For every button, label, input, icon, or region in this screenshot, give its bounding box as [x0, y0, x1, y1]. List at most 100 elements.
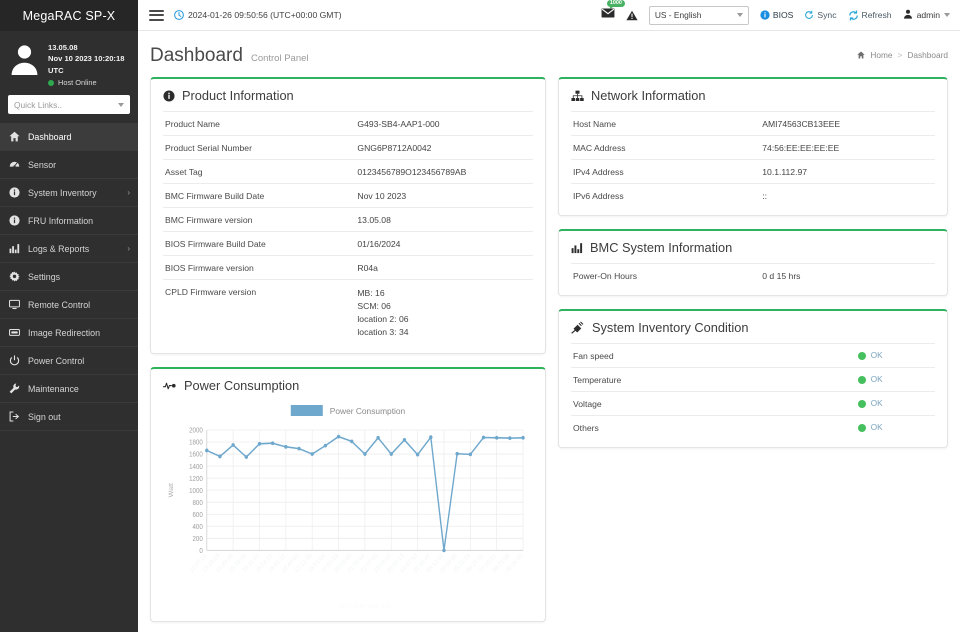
table-row: Temperature OK	[571, 368, 935, 392]
row-value: 10.1.112.97	[760, 160, 935, 184]
sidebar-item-label: FRU Information	[28, 216, 130, 226]
data-point	[469, 453, 472, 457]
sitemap-icon	[571, 90, 584, 102]
y-axis-tick-label: 2000	[189, 428, 203, 435]
sidebar-item-sensor[interactable]: Sensor	[0, 151, 138, 179]
app-root: MegaRAC SP-X 13.05.08 Nov 10 2023 10:20:…	[0, 0, 960, 632]
user-avatar-icon	[8, 42, 41, 75]
info-icon	[8, 215, 20, 226]
refresh-label: Refresh	[862, 10, 892, 20]
sidebar-item-label: Logs & Reports	[28, 244, 119, 254]
sync-label: Sync	[817, 10, 836, 20]
row-key: Host Name	[571, 112, 760, 136]
table-row: Power-On Hours0 d 15 hrs	[571, 264, 935, 288]
table-row: BIOS Firmware versionR04a	[163, 256, 533, 280]
breadcrumb: Home > Dashboard	[857, 50, 948, 60]
sidebar-item-logs-reports[interactable]: Logs & Reports›	[0, 235, 138, 263]
network-information-table: Host NameAMI74563CB13EEEMAC Address74:56…	[571, 111, 935, 207]
chevron-down-icon	[944, 13, 950, 17]
refresh-button[interactable]: Refresh	[848, 10, 892, 21]
warning-icon[interactable]	[626, 10, 638, 21]
sidebar-item-image-redirection[interactable]: Image Redirection	[0, 319, 138, 347]
status-dot-icon	[858, 352, 866, 360]
breadcrumb-home[interactable]: Home	[870, 50, 892, 60]
y-axis-tick-label: 1400	[189, 464, 203, 471]
row-value: R04a	[355, 256, 533, 280]
status-label: OK	[871, 351, 883, 360]
row-key: Temperature	[571, 368, 806, 392]
status-badge: OK	[806, 416, 935, 440]
sidebar-item-dashboard[interactable]: Dashboard	[0, 123, 138, 151]
sync-button[interactable]: Sync	[804, 10, 836, 20]
data-point	[245, 455, 248, 459]
data-point	[403, 438, 406, 442]
row-value: MB: 16SCM: 06location 2: 06location 3: 3…	[355, 280, 533, 346]
table-row: Product Serial NumberGNG6P8712A0042	[163, 136, 533, 160]
user-datetime: Nov 10 2023 10:20:18 UTC	[48, 53, 130, 76]
row-key: BMC Firmware version	[163, 208, 355, 232]
disk-icon	[8, 327, 20, 338]
row-value: ::	[760, 184, 935, 208]
row-key: BIOS Firmware Build Date	[163, 232, 355, 256]
page-title: Dashboard	[150, 45, 243, 67]
info-icon	[8, 187, 20, 198]
hamburger-icon[interactable]	[149, 10, 164, 21]
right-column: Network Information Host NameAMI74563CB1…	[558, 77, 948, 622]
info-circle-icon	[163, 90, 175, 102]
quick-links-dropdown[interactable]: Quick Links..	[8, 95, 130, 114]
x-axis-title: Time (HH:MM:SS)	[339, 603, 391, 610]
data-point	[429, 436, 432, 440]
status-label: OK	[871, 423, 883, 432]
table-row: BMC Firmware Build DateNov 10 2023	[163, 184, 533, 208]
user-menu-button[interactable]: admin	[903, 9, 950, 21]
y-axis-tick-label: 1600	[189, 452, 203, 459]
signout-icon	[8, 411, 20, 422]
chevron-down-icon	[737, 13, 743, 17]
y-axis-tick-label: 1200	[189, 476, 203, 483]
chart-legend: Power Consumption	[291, 405, 405, 416]
sidebar-user-block: 13.05.08 Nov 10 2023 10:20:18 UTC Host O…	[0, 31, 138, 93]
product-information-card: Product Information Product NameG493-SB4…	[150, 77, 546, 354]
data-point	[376, 436, 379, 440]
product-information-table: Product NameG493-SB4-AAP1-000Product Ser…	[163, 111, 533, 345]
sidebar-item-label: Sensor	[28, 160, 130, 170]
sidebar-item-system-inventory[interactable]: System Inventory›	[0, 179, 138, 207]
home-icon	[857, 51, 865, 59]
gear-icon	[8, 271, 20, 282]
data-point	[218, 455, 221, 459]
legend-label: Power Consumption	[330, 406, 405, 416]
data-point	[363, 452, 366, 456]
bios-button[interactable]: BIOS	[760, 10, 794, 20]
notifications-button[interactable]: 1000	[601, 6, 615, 24]
sidebar-item-sign-out[interactable]: Sign out	[0, 403, 138, 431]
host-status: Host Online	[48, 78, 130, 87]
chevron-right-icon: ›	[127, 188, 130, 197]
status-label: OK	[871, 375, 883, 384]
sidebar-item-maintenance[interactable]: Maintenance	[0, 375, 138, 403]
system-inventory-condition-table: Fan speedOKTemperatureOKVoltageOKOthersO…	[571, 343, 935, 439]
data-point	[205, 449, 208, 453]
sidebar-item-fru-information[interactable]: FRU Information	[0, 207, 138, 235]
network-information-title: Network Information	[571, 88, 935, 111]
data-point	[482, 436, 485, 440]
sidebar-item-settings[interactable]: Settings	[0, 263, 138, 291]
data-point	[337, 435, 340, 439]
status-dot-icon	[858, 400, 866, 408]
table-row: BIOS Firmware Build Date01/16/2024	[163, 232, 533, 256]
topbar-actions: 1000 US - English	[601, 6, 950, 25]
system-inventory-condition-card: System Inventory Condition Fan speedOKTe…	[558, 309, 948, 448]
row-key: Power-On Hours	[571, 264, 760, 288]
y-axis-tick-label: 1800	[189, 440, 203, 447]
y-axis-tick-label: 800	[193, 500, 204, 507]
refresh-icon	[848, 10, 859, 21]
data-point	[508, 436, 511, 440]
data-point	[311, 452, 314, 456]
sidebar-item-remote-control[interactable]: Remote Control	[0, 291, 138, 319]
chevron-down-icon	[118, 103, 124, 107]
y-axis-tick-label: 400	[193, 524, 204, 531]
table-row: Fan speedOK	[571, 344, 935, 368]
sidebar-item-power-control[interactable]: Power Control	[0, 347, 138, 375]
language-select[interactable]: US - English	[649, 6, 749, 25]
user-icon	[903, 9, 913, 21]
y-axis-tick-label: 200	[193, 536, 204, 543]
